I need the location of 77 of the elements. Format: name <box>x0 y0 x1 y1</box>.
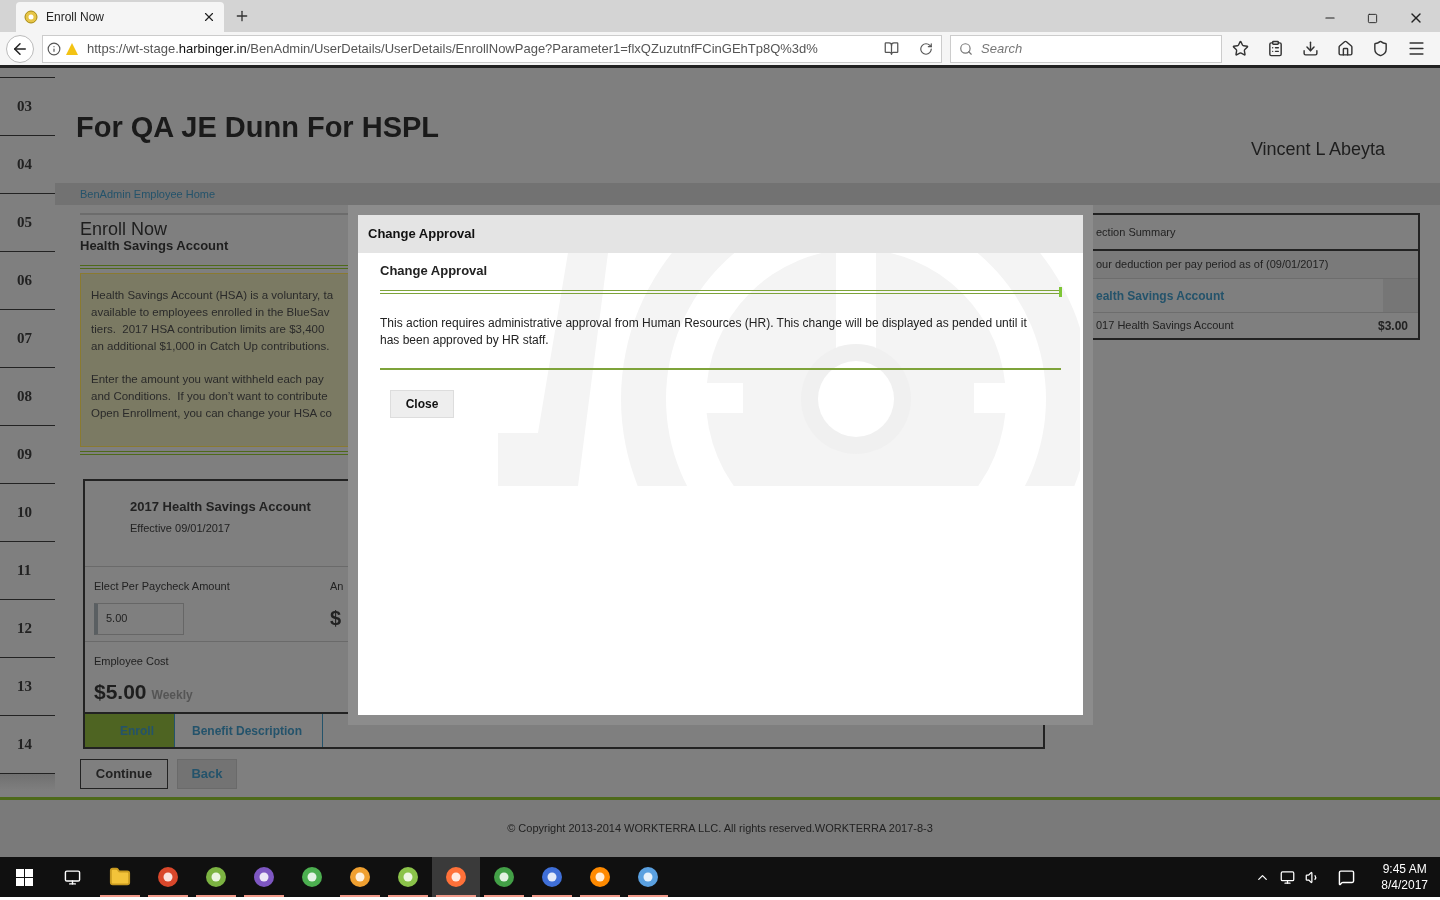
app-icon <box>445 866 467 888</box>
dialog-message: This action requires administrative approval from Human Resources (HR). This change will be displayed as pended until it has been approved by HR staff. <box>380 314 1028 349</box>
app-icon <box>541 866 563 888</box>
network-icon[interactable] <box>1280 869 1296 885</box>
app-icon <box>205 866 227 888</box>
back-button[interactable] <box>6 34 34 63</box>
intro-paragraph: Enter the amount you want withheld each pay and Conditions. If you don’t want to contribute Open Enrollment, you can change your HSA co <box>91 372 332 421</box>
info-icon <box>47 41 61 56</box>
warning-icon <box>65 41 79 56</box>
restore-icon[interactable] <box>1367 12 1378 24</box>
address-field[interactable]: https://wt-stage.harbinger.in/BenAdmin/UserDetails/UserDetails/EnrollNowPage?Parameter1=flxQZuzutnfFCinGEhTp8Q%3d% <box>42 34 942 63</box>
summary-section-title: ealth Savings Account <box>1096 287 1225 305</box>
close-button[interactable]: Close <box>390 389 454 418</box>
line-number: 05 <box>17 213 32 233</box>
section-subheading: Health Savings Account <box>80 239 229 253</box>
search-placeholder: Search <box>981 39 1023 58</box>
folder-icon <box>109 866 131 888</box>
clock-time: 9:45 AM <box>1382 861 1427 877</box>
summary-title: ection Summary <box>1096 224 1176 240</box>
app-icon <box>301 866 323 888</box>
new-tab-icon[interactable] <box>234 8 250 24</box>
summary-item-amount: $3.00 <box>1377 317 1408 335</box>
line-number: 14 <box>17 735 32 755</box>
app-icon <box>157 866 179 888</box>
app-icon <box>253 866 275 888</box>
line-number: 03 <box>17 97 32 117</box>
close-icon[interactable] <box>202 10 216 24</box>
menu-icon[interactable] <box>1407 39 1426 58</box>
notification-icon[interactable] <box>1338 868 1356 886</box>
tab-title: Enroll Now <box>46 9 106 26</box>
line-number: 09 <box>17 445 32 465</box>
page-title: For QA JE Dunn For HSPL <box>76 110 440 145</box>
app-icon <box>349 866 371 888</box>
line-number: 08 <box>17 387 32 407</box>
dialog-title: Change Approval <box>368 225 476 244</box>
clock-date: 8/4/2017 <box>1381 877 1428 893</box>
summary-subtitle: our deduction per pay period as of (09/01/2017) <box>1096 257 1329 273</box>
windows-icon <box>15 868 33 886</box>
browser-tab[interactable]: Enroll Now <box>16 2 224 32</box>
summary-item-name: 017 Health Savings Account <box>1096 318 1234 334</box>
amount-field[interactable]: 5.00 <box>94 602 184 635</box>
reader-view-icon[interactable] <box>884 41 899 56</box>
reload-icon[interactable] <box>919 41 933 56</box>
line-number: 06 <box>17 271 32 291</box>
line-number: 12 <box>17 619 32 639</box>
amount-value: $ <box>330 605 343 631</box>
bookmarks-list-icon[interactable] <box>1267 40 1284 57</box>
home-icon[interactable] <box>1337 40 1354 57</box>
plan-effective-date: Effective 09/01/2017 <box>130 520 232 536</box>
dialog-heading: Change Approval <box>380 262 489 280</box>
intro-paragraph: Health Savings Account (HSA) is a voluntary, ta available to employees enrolled in the BlueSav tiers. 2017 HSA contribution limits are $3,400 an additional $1,000 in Catch Up contributions. <box>91 288 334 354</box>
field-label: An <box>330 579 344 594</box>
line-number: 13 <box>17 677 32 697</box>
user-name: Vincent L Abeyta <box>1250 138 1385 161</box>
line-number: 10 <box>17 503 32 523</box>
site-icon <box>24 10 38 24</box>
app-icon <box>493 866 515 888</box>
continue-button[interactable]: Continue <box>80 759 168 789</box>
line-number: 04 <box>17 155 32 175</box>
url-text: https://wt-stage.harbinger.in/BenAdmin/UserDetails/UserDetails/EnrollNowPage?Parameter1=flxQZuzutnfFCinGEhTp8Q%3d% <box>87 39 819 58</box>
field-label: Elect Per Paycheck Amount <box>94 579 231 594</box>
field-label: Employee Cost <box>94 654 170 669</box>
task-view-icon <box>63 868 81 886</box>
plan-title: 2017 Health Savings Account <box>130 498 312 516</box>
search-field[interactable]: Search <box>950 34 1222 63</box>
copyright-text: © Copyright 2013-2014 WORKTERRA LLC. All rights reserved.WORKTERRA 2017-8-3 <box>507 821 933 837</box>
line-number: 07 <box>17 329 32 349</box>
download-icon[interactable] <box>1302 40 1319 57</box>
line-number: 11 <box>17 561 32 581</box>
section-heading: Enroll Now <box>80 219 168 239</box>
app-icon <box>589 866 611 888</box>
taskbar-app-button[interactable] <box>432 857 480 897</box>
search-icon <box>959 41 973 56</box>
app-icon <box>637 866 659 888</box>
app-icon <box>397 866 419 888</box>
cost-value: $5.00 <box>94 678 147 705</box>
bookmark-icon[interactable] <box>1232 40 1249 57</box>
